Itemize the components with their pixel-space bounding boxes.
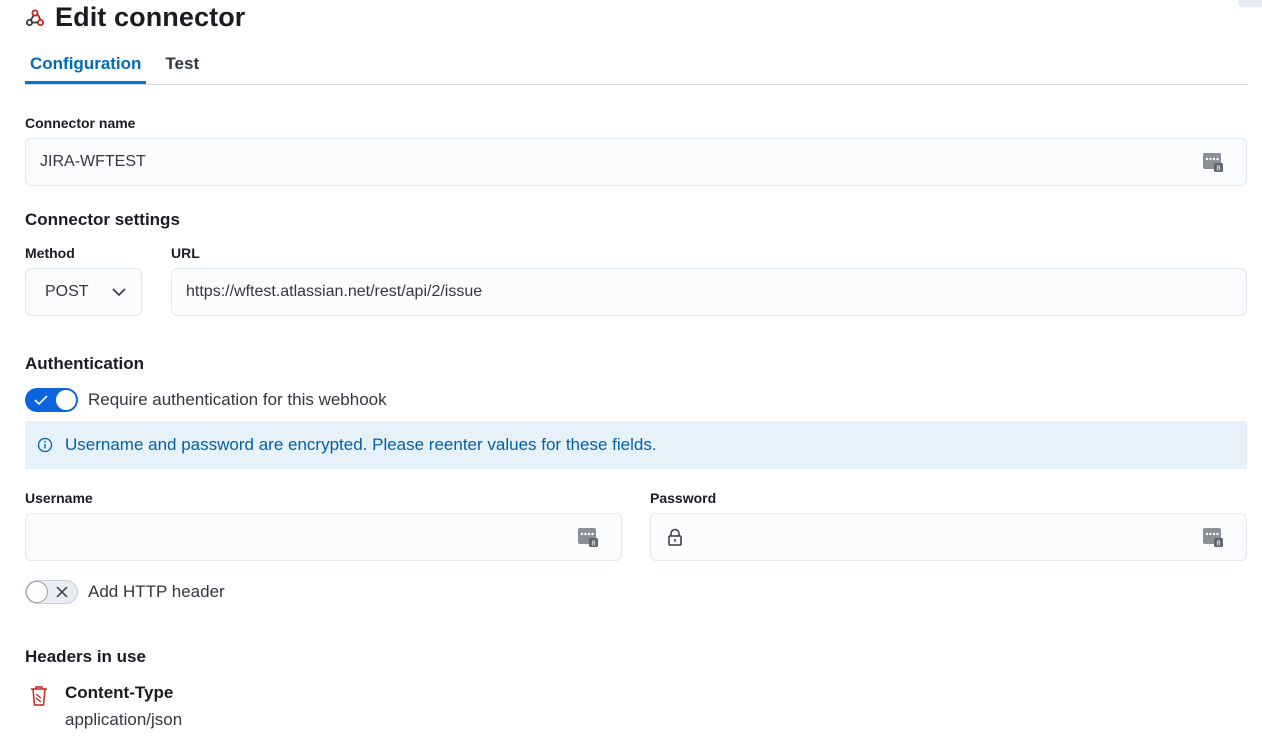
http-header-label: Add HTTP header [88,582,225,601]
require-auth-label: Require authentication for this webhook [88,390,387,409]
list-item: Content-Type application/json [29,682,182,731]
tab-configuration[interactable]: Configuration [25,44,147,84]
authentication-title: Authentication [25,354,144,373]
tab-test[interactable]: Test [160,44,204,84]
corner-tab [1238,0,1262,7]
http-header-switch[interactable] [25,580,78,604]
method-select[interactable]: POST [25,268,142,316]
method-value: POST [45,283,89,300]
url-value: https://wftest.atlassian.net/rest/api/2/… [186,283,483,300]
check-icon [33,392,49,408]
require-auth-row: Require authentication for this webhook [25,388,387,412]
password-manager-icon[interactable]: 8 [1202,526,1224,548]
header-name: Content-Type [65,683,174,702]
info-icon [37,437,53,453]
tab-bar: Configuration Test [25,44,1248,85]
connector-name-value: JIRA-WFTEST [40,153,146,170]
close-icon [54,584,70,600]
lock-icon [667,528,683,546]
webhook-icon [25,8,45,28]
http-header-row: Add HTTP header [25,580,225,604]
username-label: Username [25,490,93,506]
svg-text:8: 8 [591,540,595,548]
chevron-down-icon [111,284,127,300]
require-auth-switch[interactable] [25,388,78,412]
url-input[interactable]: https://wftest.atlassian.net/rest/api/2/… [171,268,1247,316]
connector-name-input[interactable]: JIRA-WFTEST 8 [25,138,1247,186]
page-header: Edit connector [25,2,245,33]
header-value: application/json [65,710,183,729]
encryption-callout: Username and password are encrypted. Ple… [25,421,1247,469]
password-input[interactable]: 8 [650,513,1247,561]
connector-name-label: Connector name [25,115,136,131]
password-label: Password [650,490,717,506]
connector-settings-title: Connector settings [25,210,180,229]
svg-text:8: 8 [1216,165,1220,173]
switch-knob [26,581,48,603]
method-label: Method [25,245,75,261]
callout-text: Username and password are encrypted. Ple… [65,435,657,454]
headers-in-use-title: Headers in use [25,647,146,666]
url-label: URL [171,245,200,261]
trash-icon[interactable] [29,685,49,707]
svg-text:8: 8 [1216,540,1220,548]
switch-knob [55,389,77,411]
page-title: Edit connector [55,2,246,32]
username-input[interactable]: 8 [25,513,622,561]
header-entry: Content-Type application/json [65,682,182,731]
password-manager-icon[interactable]: 8 [1202,151,1224,173]
password-manager-icon[interactable]: 8 [577,526,599,548]
